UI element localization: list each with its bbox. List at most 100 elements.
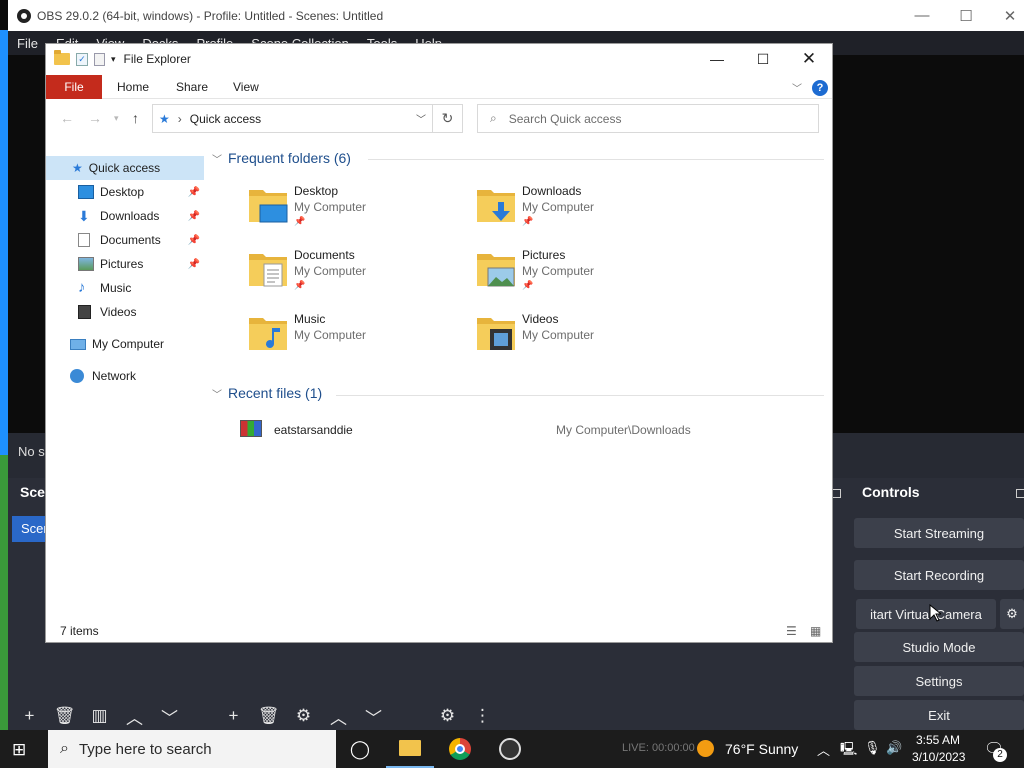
add-source-icon[interactable]: + — [216, 702, 251, 730]
remove-source-icon[interactable]: 🗑 — [251, 702, 286, 730]
mixer-toolbar: ⚙ ⋮ — [430, 702, 500, 730]
tile-documents[interactable]: Documents My Computer 📌 — [248, 248, 458, 300]
volume-icon[interactable]: 🔊 — [886, 740, 902, 756]
address-bar[interactable]: ★ › Quick access ﹀ — [152, 104, 433, 133]
obs-title-bar[interactable]: OBS 29.0.2 (64-bit, windows) - Profile: … — [8, 0, 1024, 31]
pin-icon: 📌 — [522, 216, 534, 226]
windows-start-icon[interactable]: ⊞ — [12, 740, 26, 760]
move-source-down-icon[interactable]: ﹀ — [356, 702, 391, 730]
tile-name: Downloads — [522, 184, 582, 198]
pin-icon: 📌 — [522, 280, 534, 290]
explorer-minimize-icon[interactable]: — — [694, 44, 740, 74]
forward-icon[interactable]: → — [88, 110, 102, 126]
address-row: ← → ▾ ↑ ★ › Quick access ﹀ ↻ ⌕ Search Qu… — [46, 104, 832, 134]
nav-documents[interactable]: Documents 📌 — [46, 228, 204, 252]
nav-videos[interactable]: Videos — [46, 300, 204, 324]
remove-scene-icon[interactable]: 🗑 — [47, 702, 82, 730]
tab-home[interactable]: Home — [117, 75, 149, 99]
microphone-icon[interactable]: 🎙 — [864, 740, 881, 756]
tab-file[interactable]: File — [46, 75, 102, 99]
nav-quick-access[interactable]: ★ Quick access — [46, 156, 204, 180]
maximize-icon[interactable]: ☐ — [944, 0, 988, 31]
controls-float-icon[interactable] — [1016, 489, 1024, 498]
quick-access-toolbar: ✓ ▾ — [54, 50, 116, 66]
nav-label: Music — [100, 281, 132, 295]
nav-my-computer[interactable]: My Computer — [46, 332, 204, 356]
start-virtual-camera-button[interactable]: itart Virtual Camera — [856, 599, 996, 629]
source-properties-icon[interactable]: ⚙ — [286, 702, 321, 730]
start-streaming-button[interactable]: Start Streaming — [854, 518, 1024, 548]
weather-text[interactable]: 76°F Sunny — [725, 741, 798, 757]
explorer-ribbon: File Home Share View ﹀ ? — [46, 75, 832, 99]
obs-taskbar-icon[interactable] — [486, 730, 534, 768]
help-icon[interactable]: ? — [812, 80, 828, 96]
new-folder-icon[interactable] — [94, 52, 105, 66]
expand-ribbon-icon[interactable]: ﹀ — [792, 75, 802, 99]
refresh-icon[interactable]: ↻ — [433, 104, 463, 133]
tile-pictures[interactable]: Pictures My Computer 📌 — [476, 248, 686, 300]
tile-downloads[interactable]: Downloads My Computer 📌 — [476, 184, 686, 236]
add-scene-icon[interactable]: + — [12, 702, 47, 730]
recent-locations-icon[interactable]: ▾ — [114, 113, 119, 124]
recent-files-header[interactable]: ﹀ Recent files (1) — [212, 385, 322, 401]
tile-videos[interactable]: Videos My Computer — [476, 312, 686, 364]
explorer-maximize-icon[interactable]: ☐ — [740, 44, 786, 74]
scene-filter-icon[interactable]: ▥ — [82, 702, 117, 730]
tile-name: Pictures — [522, 248, 566, 262]
tab-view[interactable]: View — [233, 75, 259, 99]
pin-icon: 📌 — [187, 258, 200, 270]
details-view-icon[interactable]: ☰ — [786, 624, 797, 638]
address-dropdown-icon[interactable]: ﹀ — [416, 111, 426, 126]
clock-date[interactable]: 3/10/2023 — [912, 750, 965, 764]
minimize-icon[interactable]: — — [900, 0, 944, 31]
nav-music[interactable]: ♪ Music — [46, 276, 204, 300]
show-hidden-icons-icon[interactable]: ︿ — [817, 740, 830, 759]
settings-button[interactable]: Settings — [854, 666, 1024, 696]
tile-location: My Computer — [522, 328, 595, 342]
taskbar-search-input[interactable]: ⌕ Type here to search — [48, 730, 336, 768]
up-icon[interactable]: ↑ — [132, 110, 139, 126]
pin-icon: 📌 — [187, 210, 200, 222]
explorer-close-icon[interactable]: ✕ — [786, 44, 832, 74]
picture-icon — [78, 257, 94, 271]
tile-location: My Computer — [294, 328, 367, 342]
tile-desktop[interactable]: Desktop My Computer 📌 — [248, 184, 458, 236]
tile-music[interactable]: Music My Computer — [248, 312, 458, 364]
move-source-up-icon[interactable]: ︿ — [321, 702, 356, 730]
nav-pictures[interactable]: Pictures 📌 — [46, 252, 204, 276]
downloads-folder-icon — [477, 190, 515, 222]
move-scene-up-icon[interactable]: ︿ — [117, 702, 152, 730]
audio-settings-icon[interactable]: ⚙ — [430, 702, 465, 730]
tab-share[interactable]: Share — [176, 75, 208, 99]
exit-button[interactable]: Exit — [854, 700, 1024, 730]
frequent-folders-header[interactable]: ﹀ Frequent folders (6) — [212, 150, 351, 166]
pin-icon: 📌 — [294, 216, 306, 226]
large-icons-view-icon[interactable]: ▦ — [810, 624, 821, 638]
group-divider — [336, 395, 824, 396]
tile-name: Desktop — [294, 184, 339, 198]
start-recording-button[interactable]: Start Recording — [854, 560, 1024, 590]
mixer-menu-icon[interactable]: ⋮ — [465, 702, 500, 730]
network-tray-icon[interactable]: 🖳 — [840, 740, 857, 762]
close-icon[interactable]: ✕ — [988, 0, 1024, 31]
virtual-camera-settings-icon[interactable]: ⚙ — [1000, 599, 1024, 629]
search-placeholder: Type here to search — [78, 740, 212, 758]
chrome-taskbar-icon[interactable] — [436, 730, 484, 768]
nav-downloads[interactable]: ⬇ Downloads 📌 — [46, 204, 204, 228]
nav-network[interactable]: Network — [46, 364, 204, 388]
recent-file-row[interactable]: eatstarsanddie My Computer\Downloads — [240, 420, 800, 440]
move-scene-down-icon[interactable]: ﹀ — [152, 702, 187, 730]
back-icon[interactable]: ← — [60, 110, 74, 126]
studio-mode-button[interactable]: Studio Mode — [854, 632, 1024, 662]
menu-file[interactable]: File — [8, 36, 47, 51]
nav-desktop[interactable]: Desktop 📌 — [46, 180, 204, 204]
file-explorer-taskbar-icon[interactable] — [386, 730, 434, 768]
properties-icon[interactable]: ✓ — [76, 52, 88, 66]
explorer-title-bar[interactable]: ✓ ▾ File Explorer — ☐ ✕ — [46, 44, 832, 74]
search-input[interactable]: ⌕ Search Quick access — [477, 104, 819, 133]
clock-time[interactable]: 3:55 AM — [916, 733, 960, 747]
search-placeholder: Search Quick access — [508, 111, 622, 126]
pin-icon: 📌 — [294, 280, 306, 290]
task-view-icon[interactable]: ◯ — [336, 730, 384, 768]
customize-toolbar-icon[interactable]: ▾ — [111, 54, 116, 65]
